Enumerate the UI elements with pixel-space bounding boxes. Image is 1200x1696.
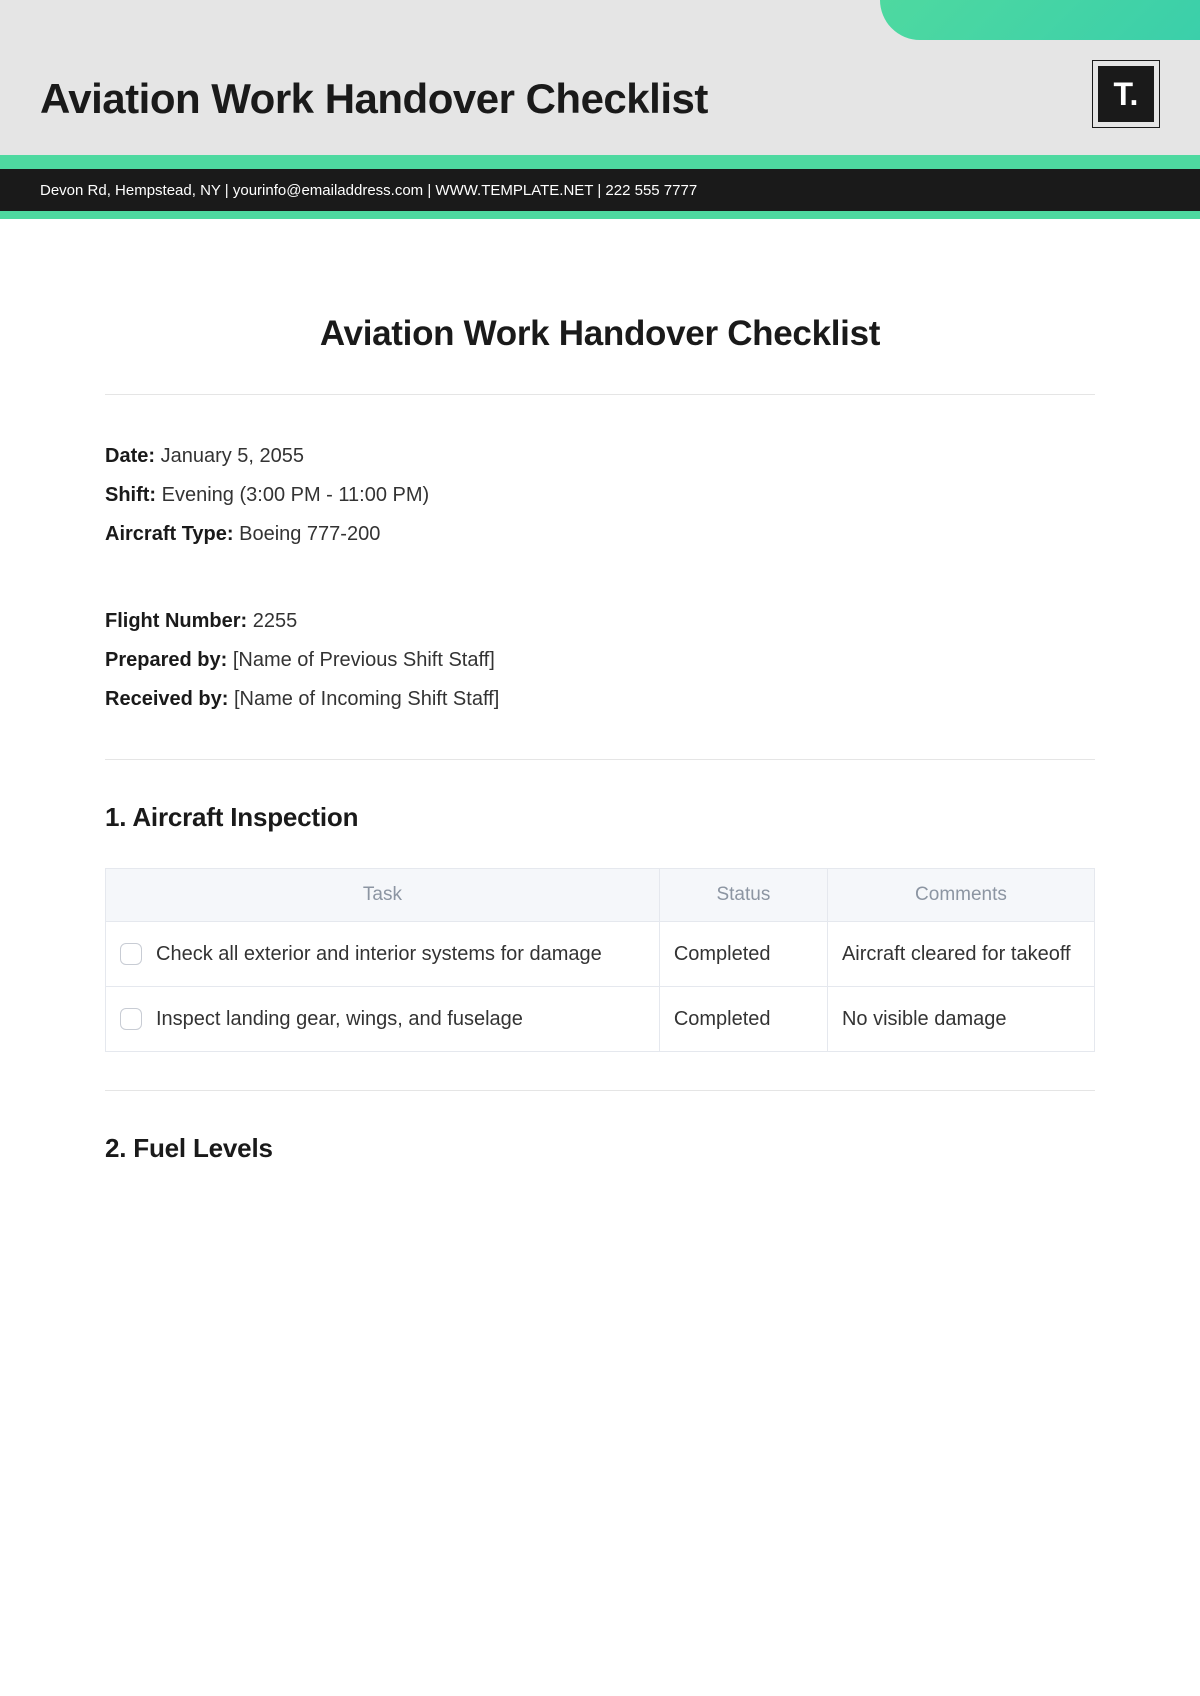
status-cell: Completed: [659, 922, 827, 987]
divider: [105, 759, 1095, 760]
contact-bar: Devon Rd, Hempstead, NY | yourinfo@email…: [0, 169, 1200, 211]
inspection-table: Task Status Comments Check all exterior …: [105, 868, 1095, 1052]
meta-block-2: Flight Number: 2255 Prepared by: [Name o…: [105, 602, 1095, 719]
meta-date: Date: January 5, 2055: [105, 437, 1095, 476]
meta-received-label: Received by:: [105, 688, 228, 710]
task-text: Check all exterior and interior systems …: [156, 938, 602, 970]
meta-prepared-label: Prepared by:: [105, 649, 227, 671]
task-cell: Check all exterior and interior systems …: [106, 922, 660, 987]
meta-received: Received by: [Name of Incoming Shift Sta…: [105, 680, 1095, 719]
task-text: Inspect landing gear, wings, and fuselag…: [156, 1003, 523, 1035]
comments-cell: Aircraft cleared for takeoff: [827, 922, 1094, 987]
divider: [105, 1090, 1095, 1091]
section-1-heading: 1. Aircraft Inspection: [105, 802, 1095, 833]
table-row: Inspect landing gear, wings, and fuselag…: [106, 987, 1095, 1052]
meta-date-label: Date:: [105, 445, 155, 467]
meta-flight-value: 2255: [247, 610, 297, 632]
meta-block-1: Date: January 5, 2055 Shift: Evening (3:…: [105, 437, 1095, 554]
meta-aircraft-label: Aircraft Type:: [105, 523, 234, 545]
meta-aircraft-value: Boeing 777-200: [234, 523, 381, 545]
checkbox[interactable]: [120, 943, 142, 965]
divider: [105, 394, 1095, 395]
meta-flight: Flight Number: 2255: [105, 602, 1095, 641]
contact-line: Devon Rd, Hempstead, NY | yourinfo@email…: [40, 182, 697, 199]
comments-cell: No visible damage: [827, 987, 1094, 1052]
green-bar-top: [0, 155, 1200, 169]
meta-prepared: Prepared by: [Name of Previous Shift Sta…: [105, 641, 1095, 680]
header-banner: Aviation Work Handover Checklist T.: [0, 0, 1200, 155]
meta-received-value: [Name of Incoming Shift Staff]: [228, 688, 499, 710]
corner-accent: [880, 0, 1200, 40]
meta-shift-label: Shift:: [105, 484, 156, 506]
logo-text: T.: [1098, 66, 1154, 122]
col-status: Status: [659, 869, 827, 922]
section-2-heading: 2. Fuel Levels: [105, 1133, 1095, 1164]
checkbox[interactable]: [120, 1008, 142, 1030]
col-task: Task: [106, 869, 660, 922]
logo: T.: [1092, 60, 1160, 128]
col-comments: Comments: [827, 869, 1094, 922]
meta-flight-label: Flight Number:: [105, 610, 247, 632]
meta-prepared-value: [Name of Previous Shift Staff]: [227, 649, 495, 671]
table-row: Check all exterior and interior systems …: [106, 922, 1095, 987]
green-bar-bottom: [0, 211, 1200, 219]
meta-date-value: January 5, 2055: [155, 445, 304, 467]
document-content: Aviation Work Handover Checklist Date: J…: [0, 219, 1200, 1164]
document-title: Aviation Work Handover Checklist: [105, 314, 1095, 354]
meta-aircraft: Aircraft Type: Boeing 777-200: [105, 515, 1095, 554]
table-header-row: Task Status Comments: [106, 869, 1095, 922]
task-cell: Inspect landing gear, wings, and fuselag…: [106, 987, 660, 1052]
header-title: Aviation Work Handover Checklist: [40, 75, 708, 123]
meta-shift-value: Evening (3:00 PM - 11:00 PM): [156, 484, 429, 506]
status-cell: Completed: [659, 987, 827, 1052]
meta-shift: Shift: Evening (3:00 PM - 11:00 PM): [105, 476, 1095, 515]
